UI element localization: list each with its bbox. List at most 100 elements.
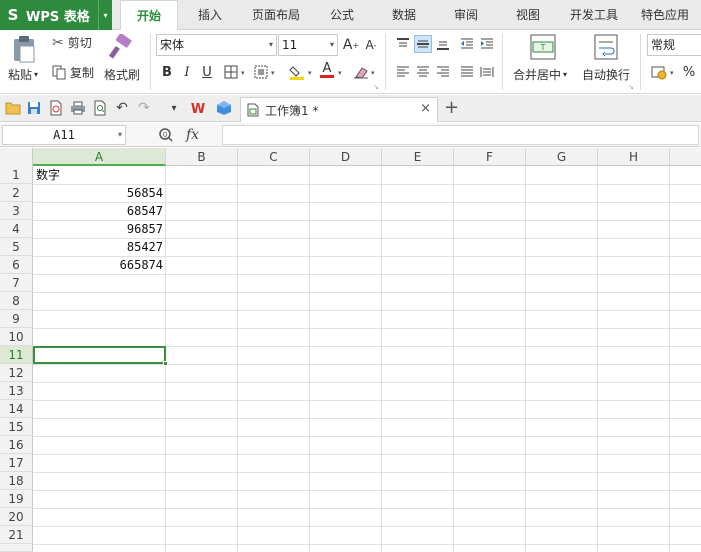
chevron-down-icon[interactable]: ▾ — [271, 69, 275, 77]
row-header[interactable]: 18 — [0, 472, 33, 490]
row-header[interactable]: 16 — [0, 436, 33, 454]
chevron-down-icon[interactable]: ▾ — [241, 69, 245, 77]
row-header[interactable]: 14 — [0, 400, 33, 418]
cloud-cube-icon[interactable] — [216, 100, 232, 116]
percent-button[interactable]: % — [680, 63, 698, 81]
column-header-c[interactable]: C — [238, 148, 310, 166]
row-header[interactable]: 9 — [0, 310, 33, 328]
format-painter-button[interactable]: 格式刷 — [104, 66, 140, 83]
open-folder-icon[interactable] — [5, 100, 21, 116]
row-header-selected[interactable]: 11 — [0, 346, 33, 364]
increase-indent-icon[interactable] — [478, 35, 496, 53]
currency-format-icon[interactable] — [650, 63, 668, 81]
distributed-align-icon[interactable] — [478, 63, 496, 81]
row-header[interactable]: 7 — [0, 274, 33, 292]
row-header[interactable]: 17 — [0, 454, 33, 472]
wrap-text-button[interactable]: 自动换行 — [582, 66, 630, 83]
column-header-g[interactable]: G — [526, 148, 598, 166]
cell-a3[interactable]: 68547 — [33, 202, 166, 220]
merge-center-button[interactable]: 合并居中 ▾ — [513, 66, 567, 83]
paste-icon[interactable] — [10, 34, 38, 64]
align-right-icon[interactable] — [434, 63, 452, 81]
tab-review[interactable]: 审阅 — [442, 0, 490, 30]
decrease-font-icon[interactable]: A- — [362, 36, 380, 54]
column-header-h[interactable]: H — [598, 148, 670, 166]
select-all-corner[interactable] — [0, 148, 33, 166]
paste-dropdown-icon[interactable]: ▾ — [34, 70, 38, 79]
clear-format-icon[interactable] — [352, 63, 370, 81]
merge-center-icon[interactable]: T — [530, 34, 556, 60]
chevron-down-icon[interactable]: ▾ — [563, 70, 567, 79]
tab-special-apps[interactable]: 特色应用 — [634, 0, 696, 30]
row-header[interactable]: 10 — [0, 328, 33, 346]
print-preview-icon[interactable] — [92, 100, 108, 116]
tab-developer[interactable]: 开发工具 — [564, 0, 624, 30]
row-header[interactable]: 19 — [0, 490, 33, 508]
tab-insert[interactable]: 插入 — [186, 0, 234, 30]
new-tab-icon[interactable]: + — [444, 97, 459, 118]
fill-handle[interactable] — [163, 361, 168, 366]
cell-a6[interactable]: 665874 — [33, 256, 166, 274]
align-bottom-icon[interactable] — [434, 35, 452, 53]
wps-office-icon[interactable]: W — [190, 100, 206, 116]
tab-page-layout[interactable]: 页面布局 — [244, 0, 308, 30]
row-header[interactable]: 15 — [0, 418, 33, 436]
print-icon[interactable] — [70, 100, 86, 116]
align-center-icon[interactable] — [414, 63, 432, 81]
row-header-partial[interactable] — [0, 544, 33, 552]
cell-a1[interactable]: 数字 — [33, 166, 166, 184]
column-header-b[interactable]: B — [166, 148, 238, 166]
bold-button[interactable]: B — [158, 63, 176, 81]
font-name-select[interactable]: 宋体 ▾ — [156, 34, 277, 56]
fill-pattern-icon[interactable] — [252, 63, 270, 81]
row-header[interactable]: 13 — [0, 382, 33, 400]
column-header-d[interactable]: D — [310, 148, 382, 166]
decrease-indent-icon[interactable] — [458, 35, 476, 53]
chevron-down-icon[interactable]: ▾ — [118, 126, 122, 144]
app-menu-button[interactable]: S WPS 表格 ▾ — [0, 0, 112, 30]
wrap-text-icon[interactable] — [594, 34, 618, 60]
document-tab[interactable]: 工作簿1 * × — [240, 97, 438, 122]
redo-icon[interactable]: ↷ — [136, 100, 152, 116]
undo-icon[interactable]: ↶ — [114, 100, 130, 116]
app-menu-dropdown-icon[interactable]: ▾ — [98, 0, 112, 30]
row-header[interactable]: 6 — [0, 256, 33, 274]
cell-a4[interactable]: 96857 — [33, 220, 166, 238]
format-painter-icon[interactable] — [108, 34, 134, 60]
row-header[interactable]: 2 — [0, 184, 33, 202]
column-header-a[interactable]: A — [33, 148, 166, 166]
row-header[interactable]: 21 — [0, 526, 33, 544]
align-middle-icon[interactable] — [414, 35, 432, 53]
copy-button[interactable]: 复制 — [52, 64, 94, 81]
chevron-down-icon[interactable]: ▾ — [338, 69, 342, 77]
row-header[interactable]: 12 — [0, 364, 33, 382]
active-cell-a11[interactable] — [33, 346, 168, 366]
tab-home[interactable]: 开始 — [120, 0, 178, 31]
row-header[interactable]: 1 — [0, 166, 33, 184]
chevron-down-icon[interactable]: ▾ — [371, 69, 375, 77]
italic-button[interactable]: I — [178, 63, 196, 81]
zoom-search-icon[interactable]: Q — [158, 127, 174, 143]
fill-color-icon[interactable] — [288, 63, 306, 81]
font-dialog-launcher-icon[interactable]: ↘ — [373, 83, 379, 91]
cell-a2[interactable]: 56854 — [33, 184, 166, 202]
align-left-icon[interactable] — [394, 63, 412, 81]
row-header[interactable]: 20 — [0, 508, 33, 526]
cell-a5[interactable]: 85427 — [33, 238, 166, 256]
font-size-select[interactable]: 11 ▾ — [278, 34, 338, 56]
row-header[interactable]: 4 — [0, 220, 33, 238]
save-icon[interactable] — [26, 100, 42, 116]
font-color-icon[interactable]: A — [318, 61, 336, 79]
name-box[interactable]: A11 ▾ — [2, 125, 126, 145]
number-format-select[interactable]: 常规 — [647, 34, 701, 56]
increase-font-icon[interactable]: A + — [342, 36, 360, 54]
column-header-e[interactable]: E — [382, 148, 454, 166]
alignment-dialog-launcher-icon[interactable]: ↘ — [628, 83, 634, 91]
cut-button[interactable]: ✂ 剪切 — [52, 34, 92, 51]
insert-function-icon[interactable]: fx — [186, 127, 199, 143]
close-icon[interactable]: × — [420, 101, 431, 116]
column-header-f[interactable]: F — [454, 148, 526, 166]
customize-toolbar-icon[interactable]: ▾ — [166, 100, 182, 116]
formula-input[interactable] — [222, 125, 699, 145]
row-header[interactable]: 3 — [0, 202, 33, 220]
